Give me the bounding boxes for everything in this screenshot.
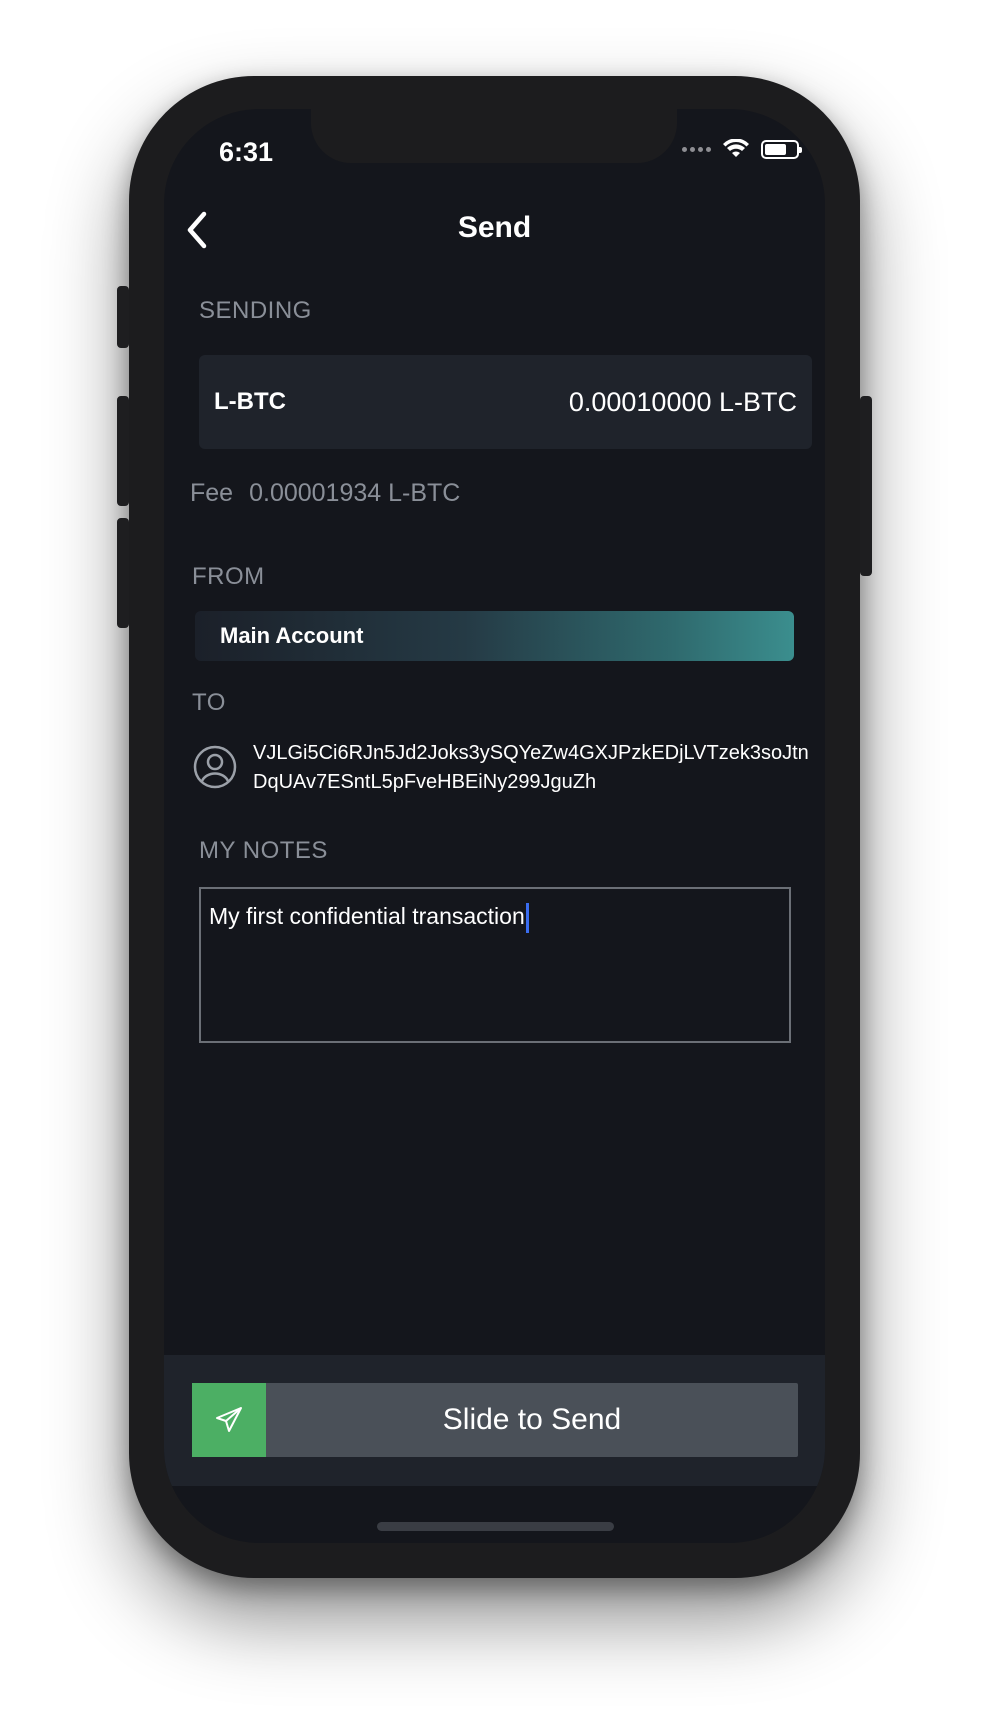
status-indicators [682, 139, 802, 159]
fee-row: Fee 0.00001934 L-BTC [190, 479, 460, 508]
recipient-row[interactable]: VJLGi5Ci6RJn5Jd2Joks3ySQYeZw4GXJPzkEDjLV… [193, 739, 813, 797]
from-account-selector[interactable]: Main Account [195, 611, 794, 661]
power-button [860, 396, 872, 576]
mute-switch [117, 286, 129, 348]
wifi-icon [723, 139, 749, 157]
status-time: 6:31 [219, 137, 274, 167]
app-screen: 6:31 Send SENDING L-BTC 0.00010000 L-BTC… [164, 109, 825, 1543]
signal-icon [682, 146, 711, 152]
phone-frame: 6:31 Send SENDING L-BTC 0.00010000 L-BTC… [117, 76, 872, 1578]
volume-up-button [117, 396, 129, 506]
amount-value: 0.00010000 L-BTC [568, 386, 797, 417]
notes-input[interactable]: My first confidential transaction [199, 887, 791, 1043]
battery-icon [761, 139, 802, 159]
notes-text: My first confidential transaction [209, 903, 525, 930]
account-name: Main Account [220, 623, 364, 648]
slider-label: Slide to Send [442, 1403, 622, 1436]
notch [311, 109, 677, 163]
home-indicator [377, 1522, 614, 1531]
paper-plane-icon [216, 1407, 242, 1432]
slide-to-send-slider[interactable]: Slide to Send [192, 1383, 798, 1457]
slider-handle[interactable] [192, 1383, 266, 1457]
text-caret [525, 903, 529, 933]
recipient-address: VJLGi5Ci6RJn5Jd2Joks3ySQYeZw4GXJPzkEDjLV… [253, 742, 809, 793]
sending-label: SENDING [199, 297, 312, 324]
fee-label: Fee [190, 479, 234, 507]
page-title: Send [457, 211, 532, 244]
to-label: TO [192, 689, 226, 716]
notes-label: MY NOTES [199, 837, 328, 864]
contact-avatar-icon [193, 745, 237, 789]
fee-value: 0.00001934 L-BTC [249, 479, 461, 507]
sending-amount-card[interactable]: L-BTC 0.00010000 L-BTC [199, 355, 812, 449]
bottom-action-bar: Slide to Send [164, 1355, 825, 1486]
from-label: FROM [192, 563, 265, 590]
asset-name: L-BTC [214, 388, 286, 415]
volume-down-button [117, 518, 129, 628]
